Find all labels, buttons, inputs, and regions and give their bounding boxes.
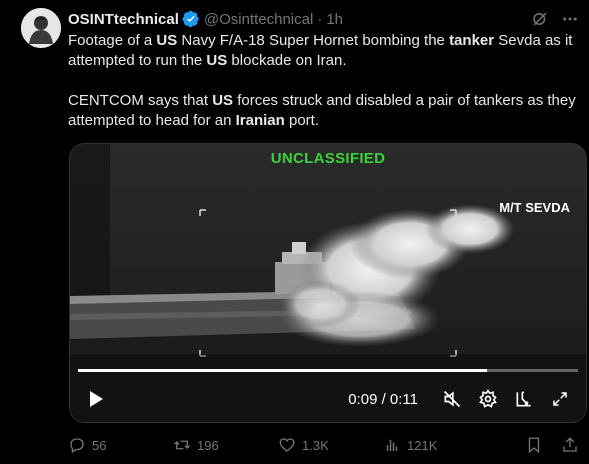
video-progress-bar[interactable] xyxy=(78,369,578,372)
vessel-label: M/T SEVDA xyxy=(499,200,570,215)
repost-button[interactable]: 196 xyxy=(173,436,278,454)
tweet-keyword: tanker xyxy=(449,32,495,49)
tweet-keyword: US xyxy=(206,52,228,69)
avatar[interactable] xyxy=(21,8,61,48)
settings-icon[interactable] xyxy=(474,385,502,413)
more-icon[interactable] xyxy=(561,10,579,28)
reply-count: 56 xyxy=(92,437,107,453)
tweet-text-segment: Footage of a xyxy=(68,32,157,49)
popout-icon[interactable] xyxy=(510,385,538,413)
tweet-text-segment: port. xyxy=(284,112,319,129)
action-bar: 56 196 1.3K 121K xyxy=(68,435,589,455)
grok-icon[interactable] xyxy=(531,10,549,28)
share-icon[interactable] xyxy=(561,436,579,454)
like-button[interactable]: 1.3K xyxy=(278,436,383,454)
repost-count: 196 xyxy=(197,437,219,453)
tweet-keyword: US xyxy=(156,32,178,49)
reply-button[interactable]: 56 xyxy=(68,436,173,454)
tweet-text: Footage of a US Navy F/A-18 Super Hornet… xyxy=(68,31,583,131)
like-count: 1.3K xyxy=(302,437,329,453)
display-name[interactable]: OSINTtechnical xyxy=(68,11,179,28)
views-icon xyxy=(386,439,398,451)
tweet-keyword: Iranian xyxy=(235,112,285,129)
tweet-text-segment: CENTCOM says that xyxy=(68,92,213,109)
video-progress-fill xyxy=(78,369,487,372)
video-time-readout: 0:09 / 0:11 xyxy=(348,390,418,408)
video-player[interactable]: UNCLASSIFIED M/T SEVDA 0:09 / 0:11 xyxy=(69,143,587,423)
bookmark-icon[interactable] xyxy=(525,436,543,454)
handle[interactable]: @Osinttechnical xyxy=(204,11,313,28)
tweet-paragraph-1: Footage of a US Navy F/A-18 Super Hornet… xyxy=(68,31,583,71)
separator-dot: · xyxy=(317,10,323,28)
play-icon[interactable] xyxy=(82,385,110,413)
views-button[interactable]: 121K xyxy=(383,436,503,454)
tweet-paragraph-2: CENTCOM says that US forces struck and d… xyxy=(68,91,583,131)
video-frame xyxy=(70,144,586,422)
post-time[interactable]: 1h xyxy=(326,11,343,28)
classification-label: UNCLASSIFIED xyxy=(270,150,386,167)
repost-icon xyxy=(174,440,190,450)
tweet-text-segment: blockade on Iran. xyxy=(227,52,347,69)
fullscreen-icon[interactable] xyxy=(546,385,574,413)
video-controls: 0:09 / 0:11 xyxy=(70,384,586,414)
tweet-keyword: US xyxy=(212,92,234,109)
reply-icon xyxy=(70,438,84,453)
verified-badge-icon[interactable] xyxy=(182,10,200,28)
avatar-image xyxy=(21,8,61,48)
tweet-header: OSINTtechnical @Osinttechnical · 1h xyxy=(68,9,579,29)
like-icon xyxy=(279,438,295,452)
views-count: 121K xyxy=(407,437,438,453)
mute-icon[interactable] xyxy=(438,385,466,413)
tweet-text-segment: Navy F/A-18 Super Hornet bombing the xyxy=(177,32,450,49)
